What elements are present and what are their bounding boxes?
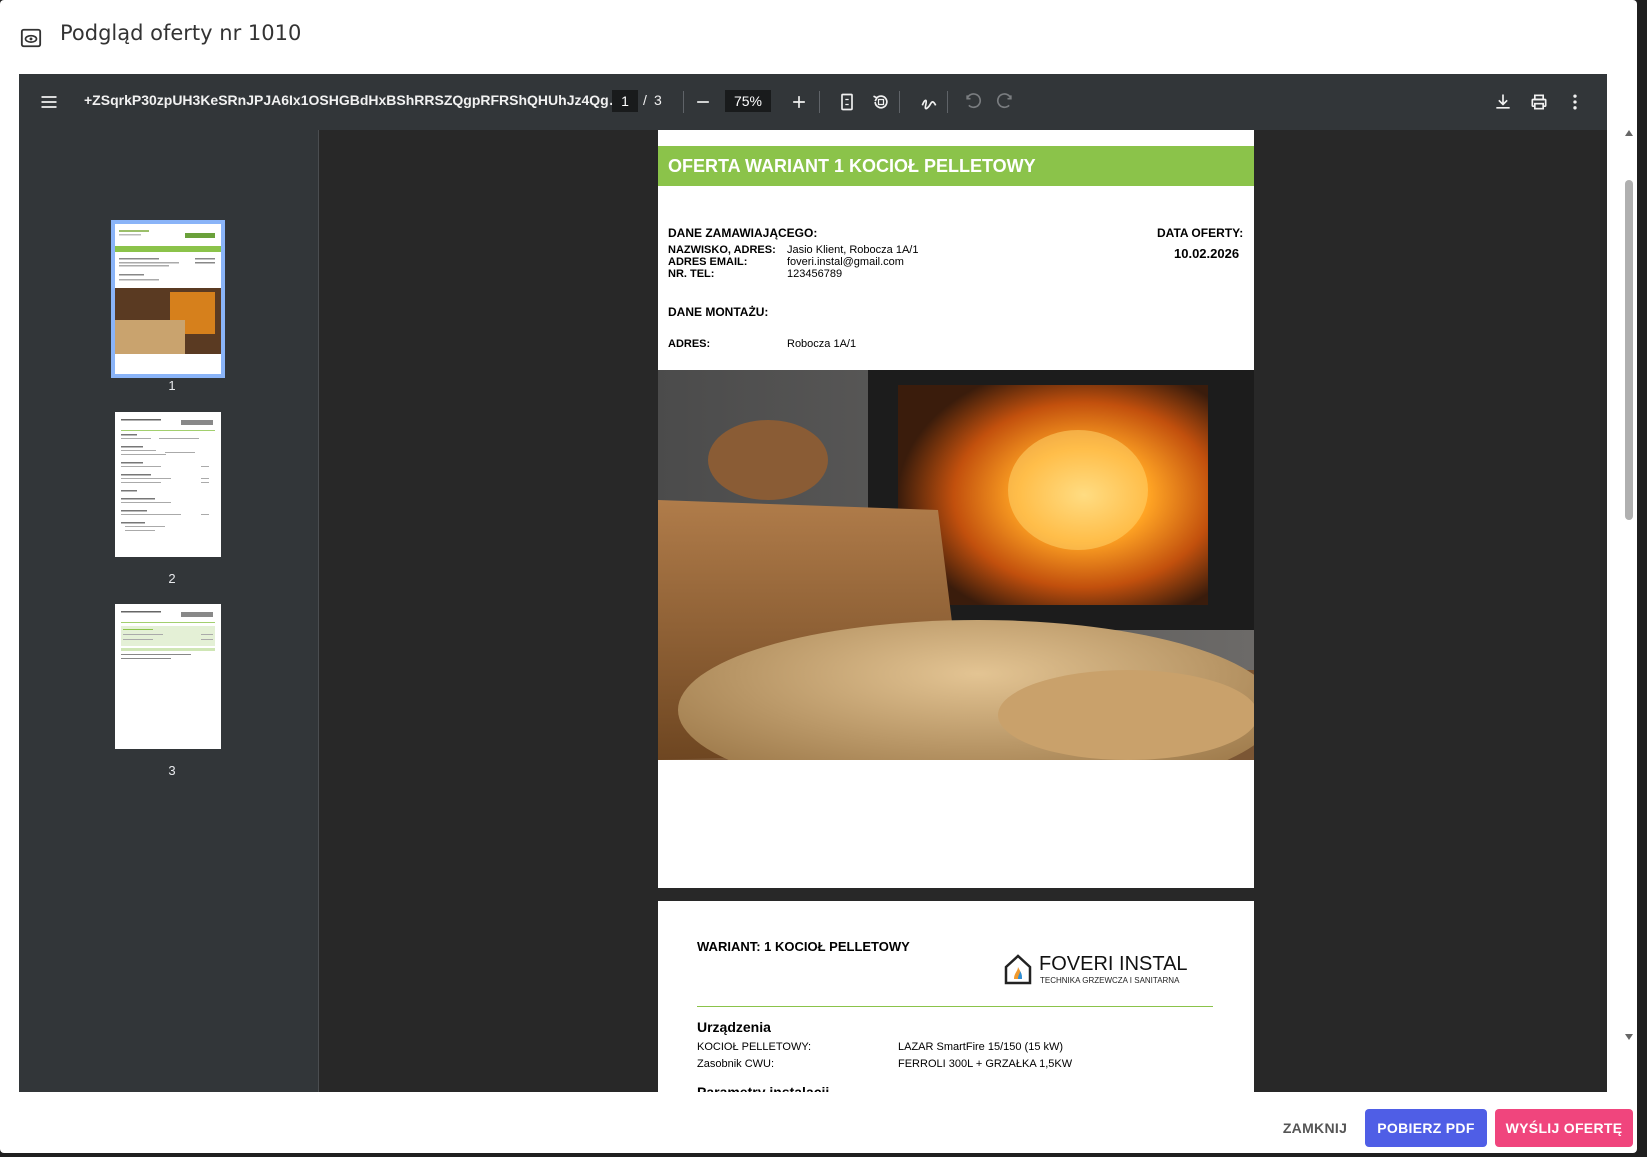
menu-icon[interactable]: [37, 90, 61, 114]
address-value: Robocza 1A/1: [787, 338, 857, 350]
offer-preview-dialog: Podgląd oferty nr 1010 +ZSqrkP30zpUH3KeS…: [0, 0, 1637, 1153]
undo-icon[interactable]: [961, 90, 985, 114]
pdf-file-name: +ZSqrkP30zpUH3KeSRnJPJA6Ix1OSHGBdHxBShRR…: [84, 92, 624, 108]
tank-value: FERROLI 300L + GRZAŁKA 1,5KW: [898, 1058, 1073, 1070]
page-total: 3: [654, 92, 662, 108]
fireplace-pellet-photo: [658, 370, 1254, 760]
download-icon[interactable]: [1491, 90, 1515, 114]
pdf-page-1: OFERTA WARIANT 1 KOCIOŁ PELLETOWY DANE Z…: [658, 130, 1254, 888]
page-separator: /: [643, 92, 647, 108]
date-value: 10.02.2026: [1174, 246, 1240, 261]
zoom-input[interactable]: 75%: [725, 90, 771, 112]
thumbnail-sidebar: 1 2 3: [19, 130, 319, 1092]
date-label: DATA OFERTY:: [1157, 226, 1244, 240]
params-heading: Parametry instalacji: [697, 1084, 830, 1092]
thumbnail-label: 1: [168, 378, 176, 393]
dialog-header: Podgląd oferty nr 1010: [0, 0, 1637, 70]
rotate-icon[interactable]: [869, 90, 893, 114]
phone-value: 123456789: [787, 268, 843, 280]
brand-tagline: TECHNIKA GRZEWCZA I SANITARNA: [1040, 976, 1180, 985]
toolbar-divider: [947, 91, 948, 113]
client-heading: DANE ZAMAWIAJĄCEGO:: [668, 226, 818, 240]
dialog-scrollbar[interactable]: [1624, 70, 1634, 1100]
brand-name: FOVERI INSTAL: [1039, 953, 1188, 975]
toolbar-divider: [819, 91, 820, 113]
thumbnail-label: 3: [168, 763, 176, 778]
download-pdf-button[interactable]: POBIERZ PDF: [1365, 1109, 1487, 1147]
address-label: ADRES:: [668, 338, 711, 350]
email-label: ADRES EMAIL:: [668, 256, 748, 268]
boiler-label: KOCIOŁ PELLETOWY:: [697, 1041, 812, 1053]
thumbnail-page-1[interactable]: [111, 220, 225, 378]
email-value: foveri.instal@gmail.com: [787, 256, 904, 268]
foveri-logo-icon: [1003, 953, 1033, 985]
send-offer-button[interactable]: WYŚLIJ OFERTĘ: [1495, 1109, 1633, 1147]
toolbar-divider: [683, 91, 684, 113]
pdf-main-area[interactable]: OFERTA WARIANT 1 KOCIOŁ PELLETOWY DANE Z…: [320, 130, 1607, 1092]
zoom-in-icon[interactable]: [787, 90, 811, 114]
phone-label: NR. TEL:: [668, 268, 715, 280]
tank-label: Zasobnik CWU:: [697, 1058, 775, 1070]
name-value: Jasio Klient, Robocza 1A/1: [787, 244, 919, 256]
thumbnail-page-2[interactable]: [115, 412, 221, 557]
divider-line: [697, 1006, 1213, 1007]
close-button[interactable]: ZAMKNIJ: [1275, 1109, 1355, 1147]
offer-banner-title: OFERTA WARIANT 1 KOCIOŁ PELLETOWY: [668, 156, 1036, 176]
toolbar-divider: [899, 91, 900, 113]
thumbnail-label: 2: [168, 571, 176, 586]
preview-eye-icon: [20, 27, 42, 49]
name-label: NAZWISKO, ADRES:: [668, 244, 776, 256]
pdf-toolbar: +ZSqrkP30zpUH3KeSRnJPJA6Ix1OSHGBdHxBShRR…: [19, 74, 1607, 130]
dialog-title: Podgląd oferty nr 1010: [60, 21, 302, 45]
print-icon[interactable]: [1527, 90, 1551, 114]
pdf-viewer: +ZSqrkP30zpUH3KeSRnJPJA6Ix1OSHGBdHxBShRR…: [19, 74, 1607, 1092]
fit-page-icon[interactable]: [835, 90, 859, 114]
zoom-out-icon[interactable]: [691, 90, 715, 114]
annotate-icon[interactable]: [917, 90, 941, 114]
redo-icon[interactable]: [993, 90, 1017, 114]
devices-heading: Urządzenia: [697, 1019, 771, 1035]
install-heading: DANE MONTAŻU:: [668, 305, 769, 319]
variant-heading: WARIANT: 1 KOCIOŁ PELLETOWY: [697, 939, 910, 954]
pdf-page-2: WARIANT: 1 KOCIOŁ PELLETOWY FOVERI INSTA…: [658, 901, 1254, 1092]
boiler-value: LAZAR SmartFire 15/150 (15 kW): [898, 1041, 1064, 1053]
thumbnail-page-3[interactable]: [115, 604, 221, 749]
offer-banner: OFERTA WARIANT 1 KOCIOŁ PELLETOWY: [658, 146, 1254, 186]
more-options-icon[interactable]: [1563, 90, 1587, 114]
page-number-input[interactable]: 1: [612, 90, 638, 112]
